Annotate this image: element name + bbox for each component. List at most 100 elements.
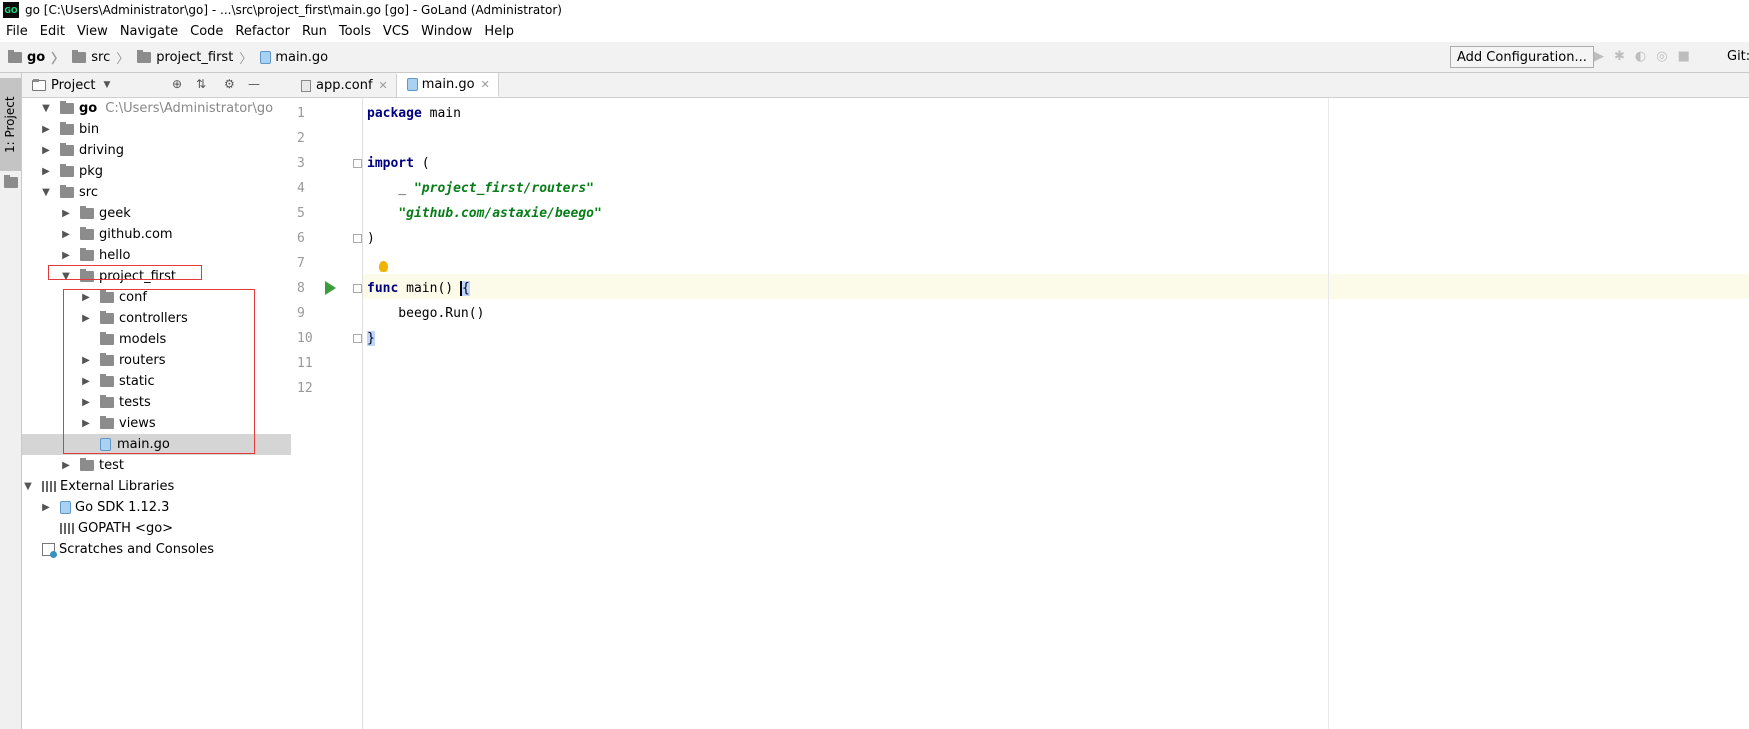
tree-item-geek[interactable]: ▶ geek <box>22 203 329 224</box>
collapsed-arrow-icon[interactable]: ▶ <box>80 418 92 429</box>
tree-item-go[interactable]: ▼ go C:\Users\Administrator\go <box>22 98 309 119</box>
menu-code[interactable]: Code <box>184 24 229 39</box>
collapsed-arrow-icon[interactable]: ▶ <box>40 502 52 513</box>
chevron-right-icon: 〉 <box>116 51 130 67</box>
project-panel-title: Project <box>51 77 96 93</box>
tree-item-label: Scratches and Consoles <box>59 542 215 557</box>
profile-icon[interactable]: ◎ <box>1656 49 1667 64</box>
collapsed-arrow-icon[interactable]: ▶ <box>80 313 92 324</box>
menu-window[interactable]: Window <box>415 24 478 39</box>
folder-icon <box>72 49 87 63</box>
add-configuration-button[interactable]: Add Configuration... <box>1450 46 1594 68</box>
run-main-icon[interactable] <box>325 281 336 295</box>
project-tool-tab[interactable]: 1: Project <box>0 78 21 171</box>
collapsed-arrow-icon[interactable]: ▶ <box>80 355 92 366</box>
project-panel: Project ▼ ⊕ ⇅ ⚙ — ▼ go C:\Users\Administ… <box>22 73 349 729</box>
collapsed-arrow-icon[interactable]: ▶ <box>80 376 92 387</box>
folder-icon <box>80 269 94 282</box>
line-number: 11 <box>297 356 313 371</box>
run-icon[interactable]: ▶ <box>1594 49 1604 64</box>
tree-item-label: driving <box>79 143 125 158</box>
collapsed-arrow-icon[interactable]: ▶ <box>40 166 52 177</box>
code-line-8: func main() { <box>367 276 470 301</box>
tree-item-bin[interactable]: ▶ bin <box>22 119 309 140</box>
tree-item-label: go <box>79 101 98 116</box>
folder-icon <box>100 416 114 429</box>
tree-item-github-com[interactable]: ▶ github.com <box>22 224 329 245</box>
stop-icon[interactable]: ■ <box>1678 49 1690 64</box>
coverage-icon[interactable]: ◐ <box>1635 49 1646 64</box>
menu-run[interactable]: Run <box>296 24 333 39</box>
tree-item-pkg[interactable]: ▶ pkg <box>22 161 309 182</box>
tree-item-test[interactable]: ▶ test <box>22 455 329 476</box>
expanded-arrow-icon[interactable]: ▼ <box>40 187 52 198</box>
expanded-arrow-icon[interactable]: ▼ <box>60 271 72 282</box>
menu-vcs[interactable]: VCS <box>377 24 415 39</box>
code-line-9: beego.Run() <box>367 301 484 326</box>
locate-file-icon[interactable]: ⊕ <box>172 77 182 91</box>
tab-main-go[interactable]: main.go ✕ <box>396 73 499 97</box>
debug-icon[interactable]: ✱ <box>1614 49 1625 64</box>
breadcrumb-project-first[interactable]: project_first 〉 <box>133 48 256 67</box>
breadcrumb-src[interactable]: src 〉 <box>68 48 133 67</box>
tree-item-project-first[interactable]: ▼ project_first <box>22 266 329 287</box>
tree-item-gopath[interactable]: ▶ GOPATH <go> <box>22 518 309 539</box>
line-number: 5 <box>297 206 305 221</box>
tree-item-label: Go SDK 1.12.3 <box>75 500 170 515</box>
fold-marker-icon[interactable] <box>353 234 362 243</box>
code-text: ( <box>413 156 430 171</box>
menu-file[interactable]: File <box>0 24 34 39</box>
collapsed-arrow-icon[interactable]: ▶ <box>80 397 92 408</box>
breadcrumb-main-go[interactable]: main.go <box>256 50 332 65</box>
tab-app-conf[interactable]: app.conf ✕ <box>291 74 397 97</box>
collapsed-arrow-icon[interactable]: ▶ <box>60 250 72 261</box>
git-label[interactable]: Git: <box>1727 49 1749 64</box>
tree-item-external-libraries[interactable]: ▼ External Libraries <box>22 476 291 497</box>
collapse-all-icon[interactable]: ⇅ <box>196 77 206 91</box>
menu-navigate[interactable]: Navigate <box>114 24 184 39</box>
tab-label: app.conf <box>316 78 373 93</box>
keyword: import <box>367 156 414 171</box>
tree-item-label: routers <box>119 353 166 368</box>
menu-tools[interactable]: Tools <box>333 24 377 39</box>
close-icon[interactable]: ✕ <box>379 79 388 92</box>
line-number: 7 <box>297 256 305 271</box>
menu-refactor[interactable]: Refactor <box>229 24 296 39</box>
folder-icon <box>80 206 94 219</box>
collapsed-arrow-icon[interactable]: ▶ <box>40 124 52 135</box>
expanded-arrow-icon[interactable]: ▼ <box>40 103 52 114</box>
code-text: beego.Run() <box>367 306 485 321</box>
string-literal: "project_first/routers" <box>413 181 594 196</box>
settings-gear-icon[interactable]: ⚙ <box>224 77 235 91</box>
project-view-selector[interactable]: Project ▼ <box>32 78 110 93</box>
structure-icon[interactable] <box>4 175 23 190</box>
tree-item-label: hello <box>99 248 131 263</box>
fold-marker-icon[interactable] <box>353 334 362 343</box>
menu-view[interactable]: View <box>71 24 114 39</box>
fold-marker-icon[interactable] <box>353 284 362 293</box>
scratches-icon <box>42 543 57 558</box>
folder-icon <box>100 374 114 387</box>
tree-item-scratches[interactable]: ▶ Scratches and Consoles <box>22 539 291 560</box>
collapsed-arrow-icon[interactable]: ▶ <box>60 229 72 240</box>
tree-item-go-sdk[interactable]: ▶ Go SDK 1.12.3 <box>22 497 309 518</box>
lightbulb-icon[interactable] <box>379 261 388 272</box>
tree-item-label: geek <box>99 206 131 221</box>
close-icon[interactable]: ✕ <box>481 78 490 91</box>
collapsed-arrow-icon[interactable]: ▶ <box>80 292 92 303</box>
hide-panel-icon[interactable]: — <box>248 77 260 91</box>
collapsed-arrow-icon[interactable]: ▶ <box>60 460 72 471</box>
tree-item-hello[interactable]: ▶ hello <box>22 245 329 266</box>
menu-help[interactable]: Help <box>478 24 520 39</box>
folder-icon <box>100 353 114 366</box>
tree-item-src[interactable]: ▼ src <box>22 182 309 203</box>
expanded-arrow-icon[interactable]: ▼ <box>22 481 34 492</box>
menu-edit[interactable]: Edit <box>34 24 71 39</box>
code-editor[interactable]: 1 2 3 4 5 6 7 8 9 10 11 12 package main … <box>291 98 1749 729</box>
tree-item-driving[interactable]: ▶ driving <box>22 140 309 161</box>
collapsed-arrow-icon[interactable]: ▶ <box>40 145 52 156</box>
breadcrumb-go[interactable]: go 〉 <box>0 48 68 67</box>
collapsed-arrow-icon[interactable]: ▶ <box>60 208 72 219</box>
fold-marker-icon[interactable] <box>353 159 362 168</box>
